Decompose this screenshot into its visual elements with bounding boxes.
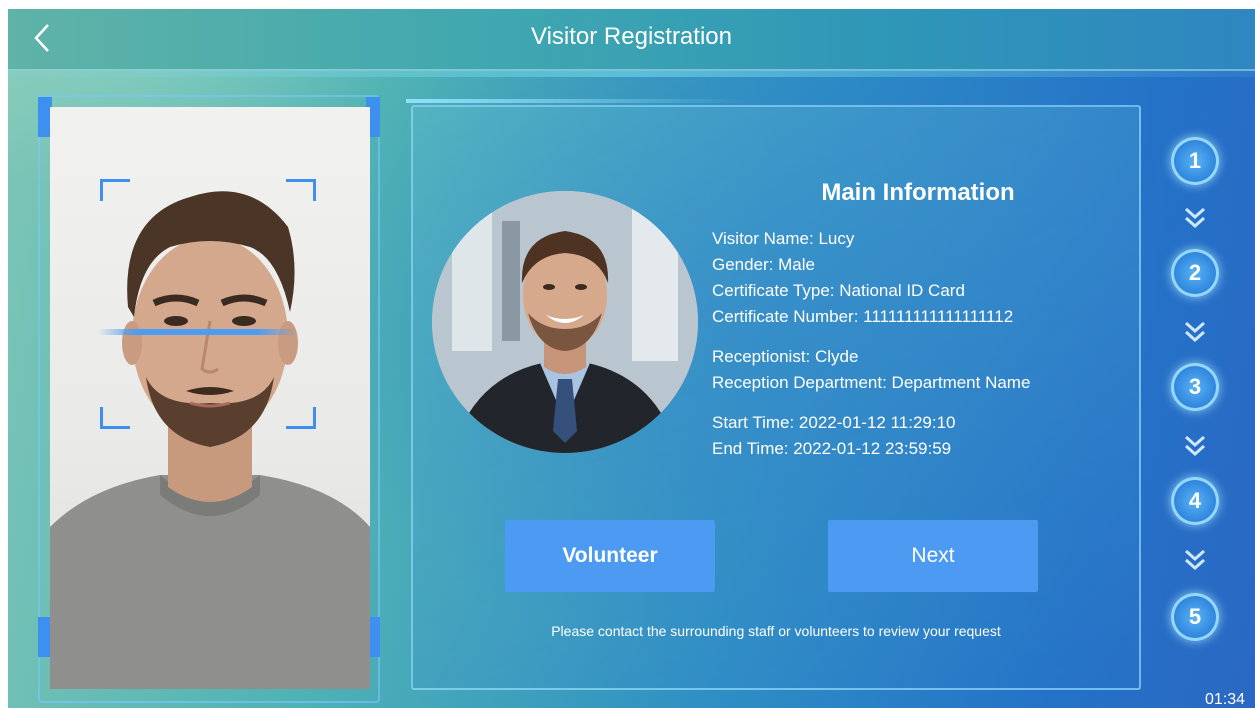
double-chevron-down-icon xyxy=(1185,435,1205,457)
step-2: 2 xyxy=(1171,249,1219,297)
double-chevron-down-icon xyxy=(1185,549,1205,571)
next-button[interactable]: Next xyxy=(828,520,1038,592)
visitor-photo xyxy=(432,191,698,453)
end-time: End Time: 2022-01-12 23:59:59 xyxy=(712,439,952,458)
double-chevron-down-icon xyxy=(1185,207,1205,229)
panel-trim xyxy=(406,99,746,103)
face-bracket-top-left xyxy=(100,179,130,201)
certificate-type: Certificate Type: National ID Card xyxy=(712,281,965,300)
page-title: Visitor Registration xyxy=(531,23,732,50)
step-3: 3 xyxy=(1171,363,1219,411)
volunteer-button[interactable]: Volunteer xyxy=(505,520,715,592)
face-bracket-bottom-left xyxy=(100,407,130,429)
face-bracket-top-right xyxy=(286,179,316,201)
start-time: Start Time: 2022-01-12 11:29:10 xyxy=(712,413,956,432)
app-screen: Visitor Registration Main Information Vi… xyxy=(8,9,1255,708)
face-bracket-bottom-right xyxy=(286,407,316,429)
gender: Gender: Male xyxy=(712,255,815,274)
title-bar-glow xyxy=(8,71,1255,77)
certificate-number: Certificate Number: 111111111111111112 xyxy=(712,307,1014,326)
step-1: 1 xyxy=(1171,137,1219,185)
visitor-name: Visitor Name: Lucy xyxy=(712,229,855,248)
face-scan-line xyxy=(98,329,298,335)
visitor-avatar xyxy=(432,191,698,453)
clock: 01:34 xyxy=(1205,691,1246,708)
double-chevron-down-icon xyxy=(1185,321,1205,343)
live-face-image xyxy=(50,191,370,689)
review-hint: Please contact the surrounding staff or … xyxy=(551,623,1001,639)
step-4: 4 xyxy=(1171,477,1219,525)
main-info-title: Main Information xyxy=(821,179,1015,206)
receptionist: Receptionist: Clyde xyxy=(712,347,859,366)
camera-preview xyxy=(50,107,370,689)
reception-department: Reception Department: Department Name xyxy=(712,373,1031,392)
step-5: 5 xyxy=(1171,593,1219,641)
